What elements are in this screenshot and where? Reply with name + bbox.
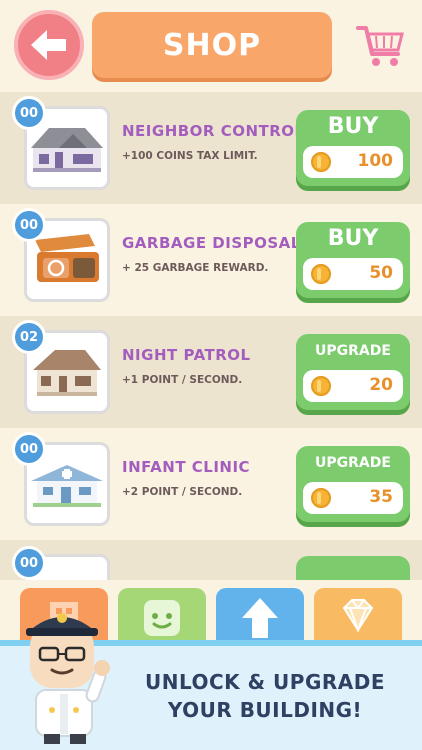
- upgrade-button[interactable]: [296, 556, 410, 580]
- price-pill: 35: [303, 482, 403, 514]
- price-value: 35: [369, 487, 393, 507]
- list-item: 00: [0, 540, 422, 580]
- price-value: 20: [369, 375, 393, 395]
- back-button[interactable]: [14, 10, 84, 80]
- buy-label: BUY: [327, 226, 379, 251]
- owned-count-badge: 00: [12, 208, 46, 242]
- owned-count-badge: 02: [12, 320, 46, 354]
- mayor-mascot-icon: [26, 613, 110, 744]
- item-description: +1 POINT / SECOND.: [122, 374, 243, 386]
- item-name: NEIGHBOR CONTROL: [122, 122, 305, 140]
- item-name: NIGHT PATROL: [122, 346, 251, 364]
- diamond-icon: [342, 599, 374, 633]
- owned-count-badge: 00: [12, 432, 46, 466]
- upgrade-label: UPGRADE: [315, 455, 391, 471]
- price-pill: 20: [303, 370, 403, 402]
- buy-label: BUY: [327, 114, 379, 139]
- item-description: +100 COINS TAX LIMIT.: [122, 150, 258, 162]
- banner-line-2: YOUR BUILDING!: [167, 698, 363, 722]
- item-description: +2 POINT / SECOND.: [122, 486, 243, 498]
- coin-icon: [311, 152, 331, 172]
- price-pill: 50: [303, 258, 403, 290]
- header: SHOP: [0, 0, 422, 90]
- list-item: 02 NIGHT PATROL +1 POINT / SECOND. UPGRA…: [0, 316, 422, 428]
- buy-button[interactable]: BUY 100: [296, 110, 410, 186]
- house-icon: [33, 350, 101, 396]
- house-icon: [31, 128, 103, 172]
- item-name: INFANT CLINIC: [122, 458, 251, 476]
- arrow-up-icon: [242, 598, 278, 638]
- price-value: 50: [369, 263, 393, 283]
- upgrade-label: UPGRADE: [315, 343, 391, 359]
- dumpster-icon: [35, 234, 99, 282]
- clinic-icon: [31, 465, 103, 507]
- mascot-character: [12, 598, 120, 748]
- cart-button[interactable]: [356, 24, 404, 68]
- shop-list: 00 NEIGHBOR CONTROL +100 COINS TAX LIMIT…: [0, 92, 422, 540]
- upgrade-button[interactable]: UPGRADE 20: [296, 334, 410, 410]
- item-description: + 25 GARBAGE REWARD.: [122, 262, 269, 274]
- list-item: 00 INFANT CLINIC +2 POINT / SECOND. UPGR…: [0, 428, 422, 540]
- banner-line-1: UNLOCK & UPGRADE: [144, 670, 385, 694]
- list-item: 00 NEIGHBOR CONTROL +100 COINS TAX LIMIT…: [0, 92, 422, 204]
- buy-button[interactable]: BUY 50: [296, 222, 410, 298]
- coin-icon: [311, 376, 331, 396]
- coin-icon: [311, 488, 331, 508]
- banner-text: UNLOCK & UPGRADE YOUR BUILDING!: [120, 668, 410, 724]
- price-pill: 100: [303, 146, 403, 178]
- owned-count-badge: 00: [12, 96, 46, 130]
- page-title: SHOP: [92, 12, 332, 78]
- price-value: 100: [357, 151, 394, 171]
- arrow-left-icon: [31, 30, 66, 60]
- upgrade-button[interactable]: UPGRADE 35: [296, 446, 410, 522]
- item-name: GARBAGE DISPOSAL: [122, 234, 301, 252]
- smiley-icon: [144, 600, 180, 636]
- cart-icon: [356, 26, 404, 66]
- owned-count-badge: 00: [12, 546, 46, 580]
- coin-icon: [311, 264, 331, 284]
- list-item: 00 GARBAGE DISPOSAL + 25 GARBAGE REWARD.…: [0, 204, 422, 316]
